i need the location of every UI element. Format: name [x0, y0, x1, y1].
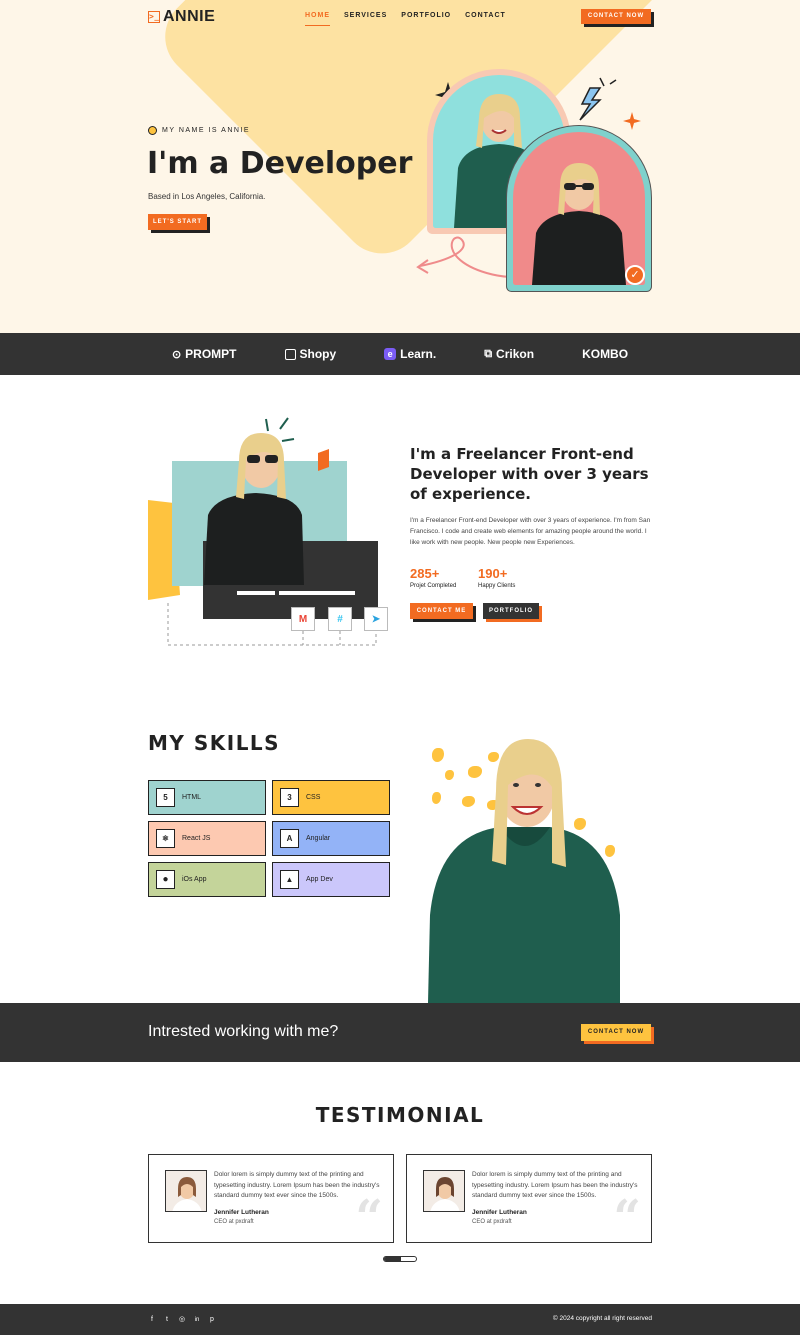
slack-icon: # — [328, 607, 352, 631]
star-icon — [623, 112, 641, 130]
stat-label: Happy Clients — [478, 583, 516, 589]
hero-subtitle: Based in Los Angeles, California. — [148, 192, 266, 201]
brand-name: KOMBO — [582, 347, 629, 361]
skills-title: MY SKILLS — [148, 731, 281, 755]
testimonial-title: TESTIMONIAL — [315, 1103, 485, 1127]
testimonial-role: CEO at pxdraft — [214, 1219, 254, 1225]
e-logo-icon: e — [384, 348, 397, 360]
stat-value: 190+ — [478, 566, 508, 581]
linkedin-icon[interactable]: in — [193, 1316, 201, 1324]
copyright-text: © 2024 copyright all right reserved — [552, 1315, 652, 1322]
brand-crikon: ⧉ Crikon — [484, 347, 534, 361]
brands-bar: ⊙ PROMPT Shopy e Learn. ⧉ Crikon KOMBO — [0, 333, 800, 375]
skill-html[interactable]: 5 HTML — [148, 780, 266, 815]
nav-services[interactable]: SERVICES — [344, 12, 387, 26]
skills-portrait — [428, 739, 620, 1003]
carousel-pagination[interactable] — [383, 1256, 417, 1262]
skill-css[interactable]: 3 CSS — [272, 780, 390, 815]
hero-title: I'm a Developer — [147, 146, 413, 181]
carousel-dot-active[interactable] — [384, 1257, 401, 1261]
facebook-icon[interactable]: f — [148, 1316, 156, 1324]
skill-angular[interactable]: A Angular — [272, 821, 390, 856]
skill-label: React JS — [182, 835, 211, 842]
testimonial-role: CEO at pxdraft — [472, 1219, 512, 1225]
hero-kicker-text: MY NAME IS ANNIE — [162, 127, 251, 134]
hero-kicker: MY NAME IS ANNIE — [148, 126, 250, 135]
brand-name: Learn. — [400, 347, 437, 361]
skill-label: Angular — [306, 835, 331, 842]
skill-label: iOs App — [182, 876, 207, 883]
brand-learn: e Learn. — [384, 347, 436, 361]
css3-icon: 3 — [280, 788, 299, 807]
android-icon: ▲ — [280, 870, 299, 889]
footer: f t ◎ in p © 2024 copyright all right re… — [0, 1304, 800, 1335]
lets-start-button[interactable]: LET'S START — [148, 214, 207, 230]
hero-section: >_ ANNIE HOME SERVICES PORTFOLIO CONTACT… — [0, 0, 800, 333]
brand-shopy: Shopy — [284, 347, 337, 361]
stat-label: Projet Completed — [410, 583, 457, 589]
brand-name: PROMPT — [185, 347, 237, 361]
terminal-icon: >_ — [148, 11, 160, 23]
logo[interactable]: >_ ANNIE — [148, 8, 215, 26]
pinterest-icon[interactable]: p — [208, 1316, 216, 1324]
header-contact-button[interactable]: CONTACT NOW — [581, 9, 651, 24]
nav-portfolio[interactable]: PORTFOLIO — [401, 12, 451, 26]
cta-contact-button[interactable]: CONTACT NOW — [581, 1024, 651, 1041]
nav-home[interactable]: HOME — [305, 12, 330, 26]
telegram-icon: ➤ — [364, 607, 388, 631]
bag-icon — [284, 348, 296, 360]
stat-value: 285+ — [410, 566, 440, 581]
testimonial-card: Dolor lorem is simply dummy text of the … — [148, 1154, 394, 1243]
gmail-icon: M — [291, 607, 315, 631]
brand-prompt: ⊙ PROMPT — [172, 347, 237, 361]
nav-contact[interactable]: CONTACT — [465, 12, 506, 26]
contact-me-button[interactable]: CONTACT ME — [410, 603, 473, 619]
cta-text: Intrested working with me? — [148, 1023, 339, 1040]
quote-icon: “ — [613, 1190, 641, 1246]
skill-react[interactable]: ⚛ React JS — [148, 821, 266, 856]
about-title: I'm a Freelancer Front-end Developer wit… — [410, 445, 649, 503]
skill-ios[interactable]: ● iOs App — [148, 862, 266, 897]
stat-projects: 285+ Projet Completed — [410, 566, 456, 589]
avatar — [165, 1170, 207, 1212]
testimonial-name: Jennifer Lutheran — [472, 1209, 527, 1216]
photo-frame-front: ✓ — [506, 125, 652, 292]
skill-appdev[interactable]: ▲ App Dev — [272, 862, 390, 897]
stat-clients: 190+ Happy Clients — [478, 566, 515, 589]
brand-name: Crikon — [496, 347, 535, 361]
lightning-icon — [579, 87, 602, 121]
check-badge-icon: ✓ — [625, 265, 645, 285]
skill-label: CSS — [306, 794, 321, 801]
twitter-icon[interactable]: t — [163, 1316, 171, 1324]
react-icon: ⚛ — [156, 829, 175, 848]
portfolio-button[interactable]: PORTFOLIO — [483, 603, 539, 619]
hand-wave-icon — [148, 126, 157, 135]
about-text: I'm a Freelancer Front-end Developer wit… — [410, 517, 651, 546]
main-nav: HOME SERVICES PORTFOLIO CONTACT — [305, 12, 506, 26]
about-illustration — [148, 417, 378, 646]
copy-icon: ⧉ — [484, 347, 493, 360]
logo-text: ANNIE — [163, 8, 216, 25]
skill-label: HTML — [182, 794, 202, 801]
brand-name: Shopy — [299, 347, 337, 361]
avatar — [423, 1170, 465, 1212]
testimonial-name: Jennifer Lutheran — [214, 1209, 269, 1216]
portrait-photo-2 — [513, 132, 645, 285]
brand-kombo: KOMBO — [582, 347, 628, 361]
html5-icon: 5 — [156, 788, 175, 807]
testimonial-card: Dolor lorem is simply dummy text of the … — [406, 1154, 652, 1243]
circle-p-icon: ⊙ — [171, 348, 182, 361]
cta-bar: Intrested working with me? CONTACT NOW — [0, 1003, 800, 1062]
instagram-icon[interactable]: ◎ — [178, 1316, 186, 1324]
angular-icon: A — [280, 829, 299, 848]
skill-label: App Dev — [306, 876, 333, 883]
apple-icon: ● — [156, 870, 175, 889]
quote-icon: “ — [355, 1190, 383, 1246]
